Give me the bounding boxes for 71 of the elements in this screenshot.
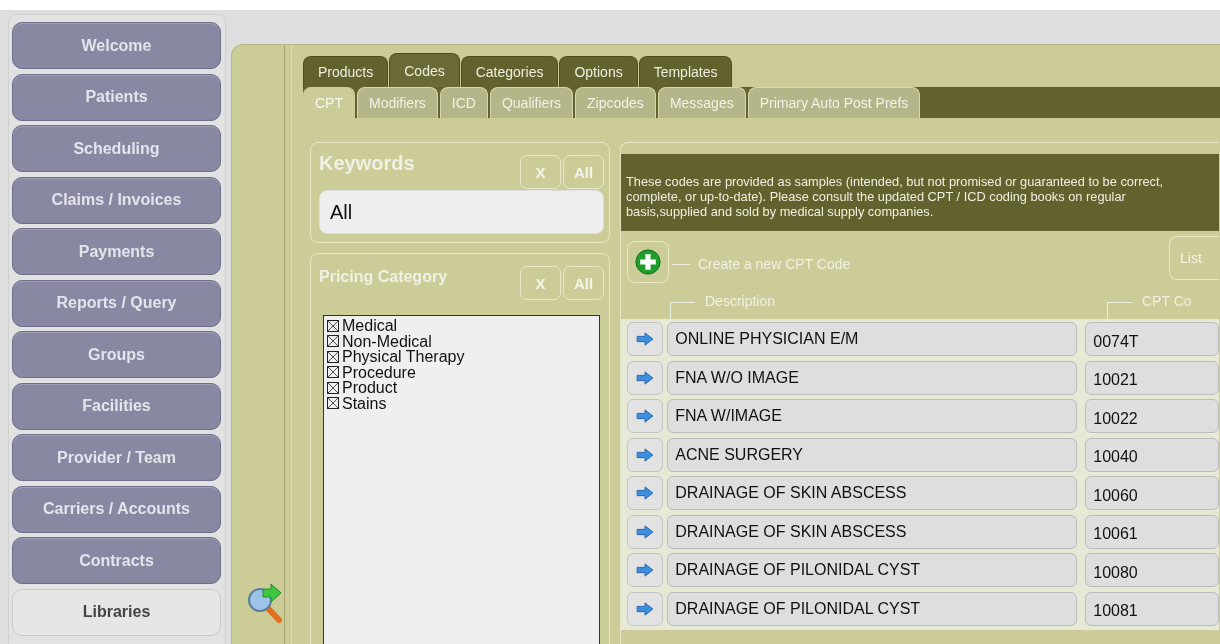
description-field[interactable]: DRAINAGE OF SKIN ABSCESS	[667, 476, 1078, 510]
description-field[interactable]: FNA W/O IMAGE	[667, 360, 1078, 395]
checkbox[interactable]	[327, 335, 339, 348]
nav-button[interactable]: Patients	[12, 73, 221, 121]
arrow-icon	[636, 370, 655, 385]
arrow-icon	[636, 332, 655, 346]
description-field[interactable]: DRAINAGE OF SKIN ABSCESS	[667, 514, 1078, 549]
pricing-category-title: Pricing Category	[319, 267, 449, 286]
code-field[interactable]: 10061	[1085, 514, 1219, 549]
code-field[interactable]: 10080	[1085, 553, 1219, 587]
description-field[interactable]: ACNE SURGERY	[667, 437, 1078, 472]
arrow-icon	[636, 409, 655, 423]
add-button[interactable]	[627, 241, 669, 283]
code-field[interactable]: 10021	[1085, 360, 1219, 395]
code-field[interactable]: 10081	[1085, 591, 1219, 626]
keywords-field[interactable]: All	[319, 190, 604, 234]
nav-button[interactable]: Facilities	[12, 382, 221, 430]
nav-button[interactable]: Groups	[12, 331, 221, 378]
open-button[interactable]	[627, 553, 664, 587]
open-button[interactable]	[627, 322, 664, 356]
code-field[interactable]: 0074T	[1085, 322, 1219, 356]
nav-button[interactable]: Reports / Query	[12, 279, 221, 327]
code-field[interactable]: 10040	[1085, 437, 1219, 472]
nav-button[interactable]: Contracts	[12, 537, 221, 584]
open-button[interactable]	[627, 591, 664, 626]
checkbox-label: Medical	[342, 318, 398, 334]
column-header: Description	[705, 293, 776, 309]
checkbox[interactable]	[327, 319, 339, 332]
checkbox[interactable]	[327, 381, 339, 394]
description-field[interactable]: ONLINE PHYSICIAN E/M	[667, 322, 1078, 356]
checkbox-label: Product	[342, 380, 398, 396]
checkbox[interactable]	[327, 397, 339, 410]
open-button[interactable]	[627, 360, 664, 395]
leader-line	[672, 263, 690, 265]
tab[interactable]: Categories	[460, 56, 559, 87]
open-button[interactable]	[627, 437, 664, 472]
nav-button[interactable]: Scheduling	[12, 125, 221, 172]
tab[interactable]: Products	[303, 56, 389, 87]
plus-icon	[635, 249, 661, 275]
tab[interactable]: Options	[559, 56, 638, 87]
column-header: CPT Co	[1142, 293, 1192, 309]
nav-button[interactable]: Payments	[12, 228, 221, 275]
arrow-icon	[636, 486, 655, 500]
tab[interactable]: Templates	[638, 56, 733, 87]
arrow-icon	[636, 524, 655, 539]
description-field[interactable]: DRAINAGE OF PILONIDAL CYST	[667, 591, 1078, 626]
arrow-icon	[636, 563, 655, 577]
description-field[interactable]: FNA W/IMAGE	[667, 399, 1078, 433]
nav-button[interactable]: Welcome	[12, 22, 221, 69]
checkbox[interactable]	[327, 366, 339, 379]
open-button[interactable]	[627, 399, 664, 433]
arrow-icon	[636, 601, 655, 616]
checkbox-label: Stains	[342, 395, 387, 411]
tab[interactable]: Codes	[389, 53, 460, 87]
create-label: Create a new CPT Code	[698, 256, 851, 272]
description-field[interactable]: DRAINAGE OF PILONIDAL CYST	[667, 553, 1078, 587]
open-button[interactable]	[627, 514, 664, 549]
nav-button[interactable]: Carriers / Accounts	[12, 485, 221, 533]
nav-button[interactable]: Claims / Invoices	[12, 176, 221, 224]
keywords-title: Keywords	[319, 151, 416, 175]
checkbox[interactable]	[327, 350, 339, 363]
nav-button[interactable]: Provider / Team	[12, 434, 221, 481]
arrow-icon	[636, 447, 655, 462]
code-field[interactable]: 10022	[1085, 399, 1219, 433]
checkbox-label: Non-Medical	[342, 333, 432, 349]
code-field[interactable]: 10060	[1085, 476, 1219, 510]
search-icon[interactable]	[245, 583, 285, 623]
open-button[interactable]	[627, 476, 664, 510]
notice-text: These codes are provided as samples (intended, but not promised or guaranteed to be correct, complete, or up-to-date). Please consult the updated CPT / ICD coding books on regular basis,supplied and sold by medical supply companies.	[621, 154, 1219, 231]
nav-button[interactable]: Libraries	[12, 588, 221, 636]
checkbox-label: Physical Therapy	[342, 349, 465, 365]
